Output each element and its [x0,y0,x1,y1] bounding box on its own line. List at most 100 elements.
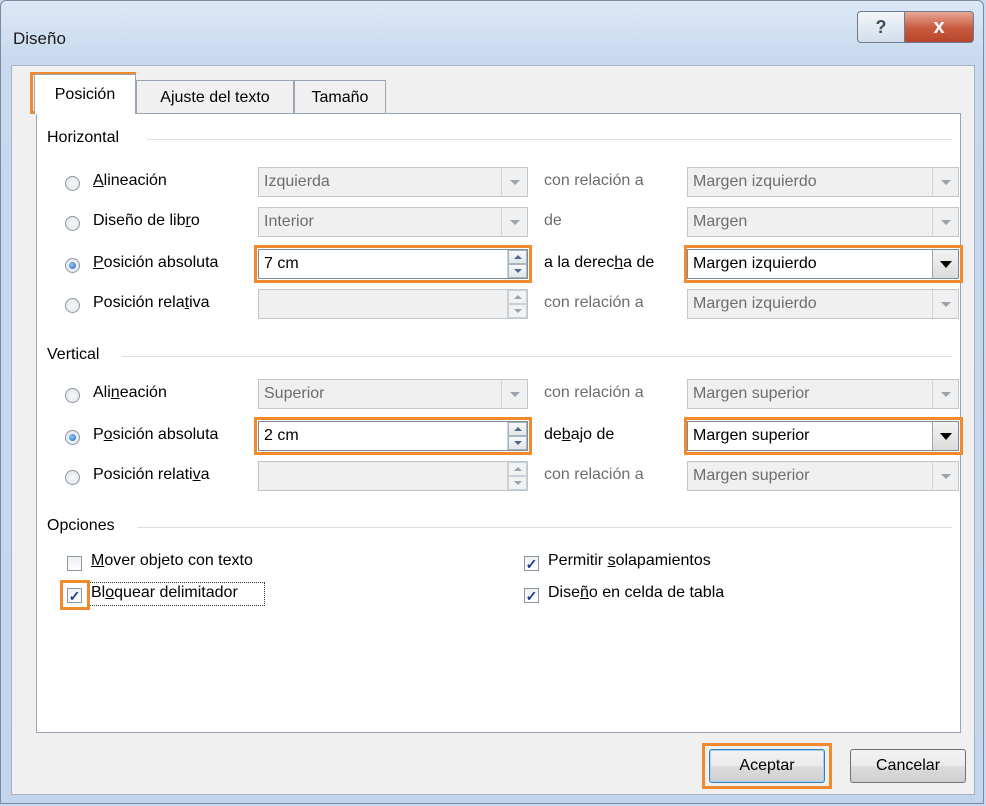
options-group-label: Opciones [47,517,123,535]
h-posicion-relativa-reference-value: Margen izquierdo [693,295,817,312]
v-alineacion-reference-select[interactable]: Margen superior [687,379,959,409]
h-diseno-libro-reference-value: Margen [693,213,748,230]
spin-up-icon[interactable] [508,422,527,436]
h-posicion-absoluta-reference-value: Margen izquierdo [693,255,817,272]
mover-objeto-label: Mover objeto con texto [91,552,253,569]
tab-tamano-label: Tamaño [311,88,369,106]
v-posicion-relativa-input[interactable] [258,461,528,491]
options-divider [137,527,952,528]
cancelar-label: Cancelar [875,757,941,774]
v-alineacion-label: Alineación [93,384,167,401]
v-alineacion-radio[interactable] [65,388,80,403]
h-posicion-absoluta-radio[interactable] [65,258,80,273]
dialog-client: Posición Ajuste del texto Tamaño Horizon… [11,65,975,795]
v-posicion-absoluta-reference-select[interactable]: Margen superior [687,421,959,451]
v-posicion-relativa-reference-select[interactable]: Margen superior [687,461,959,491]
v-posicion-absoluta-value: 2 cm [264,427,299,444]
check-icon: ✓ [68,587,81,604]
spin-up-icon[interactable] [508,462,527,476]
chevron-down-icon [932,380,958,408]
chevron-down-icon [932,168,958,196]
chevron-down-icon [932,422,958,450]
v-alineacion-value: Superior [264,385,325,402]
chevron-down-icon [501,208,527,236]
h-diseno-libro-reference-select[interactable]: Margen [687,207,959,237]
check-icon: ✓ [525,555,538,572]
diseno-celda-tabla-label: Diseño en celda de tabla [548,584,725,601]
check-icon: ✓ [525,587,538,604]
chevron-down-icon [501,380,527,408]
h-diseno-libro-relation: de [544,212,562,229]
vertical-divider [122,356,952,357]
chevron-down-icon [932,208,958,236]
v-posicion-absoluta-label: Posición absoluta [93,426,219,443]
position-panel: Horizontal Alineación Izquierda con rela… [36,113,963,733]
h-posicion-absoluta-relation: a la derecha de [544,254,655,271]
v-alineacion-relation: con relación a [544,384,644,401]
h-posicion-absoluta-input[interactable]: 7 cm [258,249,528,279]
tab-ajuste-label: Ajuste del texto [160,88,270,106]
tab-posicion-label: Posición [54,85,116,103]
title-bar: Diseño ? x [1,1,983,63]
chevron-down-icon [932,462,958,490]
h-posicion-relativa-input[interactable] [258,289,528,319]
v-posicion-relativa-reference-value: Margen superior [693,467,810,484]
spin-down-icon[interactable] [508,264,527,278]
help-icon: ? [875,16,887,37]
v-posicion-spinner[interactable] [507,422,527,450]
spin-up-icon[interactable] [508,290,527,304]
spin-down-icon[interactable] [508,476,527,490]
bloquear-delimitador-checkbox[interactable]: ✓ [67,588,82,603]
dialog-title: Diseño [13,29,66,48]
h-alineacion-reference-value: Margen izquierdo [693,173,817,190]
aceptar-button[interactable]: Aceptar [709,749,825,783]
diseno-celda-tabla-checkbox[interactable]: ✓ [524,588,539,603]
v-posicion-relativa-relation: con relación a [544,466,644,483]
h-relativa-spinner[interactable] [507,290,527,318]
spin-down-icon[interactable] [508,436,527,450]
h-posicion-absoluta-reference-select[interactable]: Margen izquierdo [687,249,959,279]
permitir-solapamientos-checkbox[interactable]: ✓ [524,556,539,571]
horizontal-group-label: Horizontal [47,129,128,147]
chevron-down-icon [932,250,958,278]
h-alineacion-select[interactable]: Izquierda [258,167,528,197]
h-alineacion-value: Izquierda [264,173,330,190]
mover-objeto-checkbox[interactable] [67,556,82,571]
h-posicion-absoluta-value: 7 cm [264,255,299,272]
h-posicion-relativa-label: Posición relativa [93,294,210,311]
tab-tamano[interactable]: Tamaño [294,80,386,114]
v-relativa-spinner[interactable] [507,462,527,490]
h-posicion-absoluta-label: Posición absoluta [93,254,219,271]
v-posicion-relativa-label: Posición relativa [93,466,210,483]
h-alineacion-reference-select[interactable]: Margen izquierdo [687,167,959,197]
aceptar-label: Aceptar [739,757,795,774]
spin-down-icon[interactable] [508,304,527,318]
dialog-window: Diseño ? x Posición Ajuste del texto Tam… [0,0,984,804]
h-diseno-libro-select[interactable]: Interior [258,207,528,237]
tab-posicion[interactable]: Posición [34,74,136,114]
horizontal-divider [147,139,952,140]
v-posicion-absoluta-input[interactable]: 2 cm [258,421,528,451]
cancelar-button[interactable]: Cancelar [850,749,966,783]
h-posicion-relativa-relation: con relación a [544,294,644,311]
h-diseno-libro-radio[interactable] [65,216,80,231]
h-diseno-libro-label: Diseño de libro [93,212,200,229]
h-alineacion-relation: con relación a [544,172,644,189]
h-posicion-relativa-reference-select[interactable]: Margen izquierdo [687,289,959,319]
spin-up-icon[interactable] [508,250,527,264]
h-alineacion-radio[interactable] [65,176,80,191]
v-posicion-absoluta-relation: debajo de [544,426,615,443]
chevron-down-icon [932,290,958,318]
v-posicion-absoluta-reference-value: Margen superior [693,427,810,444]
help-button[interactable]: ? [857,11,905,43]
v-posicion-relativa-radio[interactable] [65,470,80,485]
vertical-group-label: Vertical [47,346,108,364]
v-alineacion-select[interactable]: Superior [258,379,528,409]
tab-ajuste-del-texto[interactable]: Ajuste del texto [136,80,294,114]
h-posicion-relativa-radio[interactable] [65,298,80,313]
close-button[interactable]: x [904,11,974,43]
h-posicion-spinner[interactable] [507,250,527,278]
h-alineacion-label: Alineación [93,172,167,189]
close-icon: x [933,15,945,38]
v-posicion-absoluta-radio[interactable] [65,430,80,445]
